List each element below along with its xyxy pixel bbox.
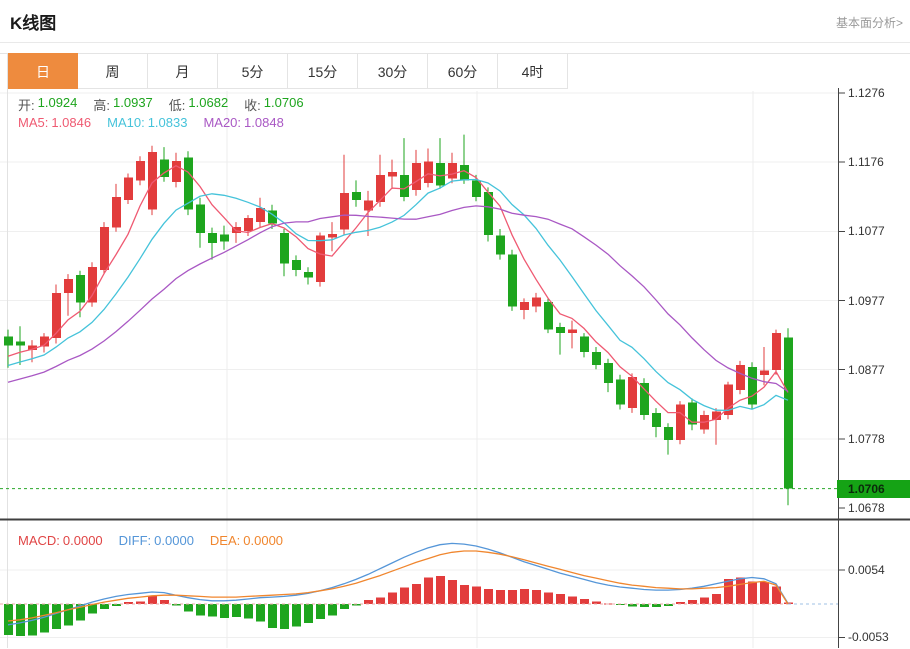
macd-value-legend: MACD: 0.0000 — [18, 533, 103, 548]
price-axis-tick: 1.0778 — [848, 432, 885, 446]
open-value: 1.0924 — [38, 95, 78, 114]
macd-legend: MACD: 0.0000 DIFF: 0.0000 DEA: 0.0000 — [18, 533, 283, 548]
ma20-label: MA20: — [203, 115, 241, 130]
open-label: 开: — [18, 95, 35, 114]
diff-value-legend: DIFF: 0.0000 — [119, 533, 194, 548]
high-value: 1.0937 — [113, 95, 153, 114]
ma20-value: 1.0848 — [244, 115, 284, 130]
ohlc-legend: 开: 1.0924 高: 1.0937 低: 1.0682 收: 1.0706 — [18, 95, 304, 114]
price-axis-tick: 1.1276 — [848, 86, 885, 100]
ma5-value: 1.0846 — [51, 115, 91, 130]
ma10-legend: MA10: 1.0833 — [107, 115, 187, 130]
close-legend: 收: 1.0706 — [244, 95, 303, 114]
high-legend: 高: 1.0937 — [93, 95, 152, 114]
macd-label: MACD: — [18, 533, 60, 548]
diff-label: DIFF: — [119, 533, 152, 548]
price-axis-tick: 1.1077 — [848, 224, 885, 238]
close-label: 收: — [244, 95, 261, 114]
price-axis-tick: 1.1176 — [848, 155, 884, 169]
tab-3[interactable]: 5分 — [218, 53, 288, 89]
macd-value: 0.0000 — [63, 533, 103, 548]
open-legend: 开: 1.0924 — [18, 95, 77, 114]
price-axis-tick: 1.0977 — [848, 294, 885, 308]
price-axis-tick: 1.0678 — [848, 501, 885, 515]
ma20-legend: MA20: 1.0848 — [203, 115, 283, 130]
ma-legend: MA5: 1.0846 MA10: 1.0833 MA20: 1.0848 — [18, 115, 284, 130]
macd-axis-tick: -0.0053 — [848, 630, 889, 644]
ma10-value: 1.0833 — [148, 115, 188, 130]
diff-value: 0.0000 — [154, 533, 194, 548]
tab-0[interactable]: 日 — [8, 53, 78, 89]
close-value: 1.0706 — [264, 95, 304, 114]
tab-6[interactable]: 60分 — [428, 53, 498, 89]
dea-value-legend: DEA: 0.0000 — [210, 533, 283, 548]
low-label: 低: — [169, 95, 186, 114]
dea-value: 0.0000 — [243, 533, 283, 548]
tab-1[interactable]: 周 — [78, 53, 148, 89]
low-legend: 低: 1.0682 — [169, 95, 228, 114]
tab-7[interactable]: 4时 — [498, 53, 568, 89]
high-label: 高: — [93, 95, 110, 114]
ma5-legend: MA5: 1.0846 — [18, 115, 91, 130]
tab-2[interactable]: 月 — [148, 53, 218, 89]
dea-label: DEA: — [210, 533, 240, 548]
current-price-badge: 1.0706 — [837, 480, 910, 498]
ma10-label: MA10: — [107, 115, 145, 130]
macd-axis-tick: 0.0054 — [848, 563, 885, 577]
tab-5[interactable]: 30分 — [358, 53, 428, 89]
ma5-label: MA5: — [18, 115, 48, 130]
price-axis-tick: 1.0877 — [848, 363, 885, 377]
tab-4[interactable]: 15分 — [288, 53, 358, 89]
low-value: 1.0682 — [188, 95, 228, 114]
period-tabbar: 日周月5分15分30分60分4时 — [8, 53, 568, 89]
